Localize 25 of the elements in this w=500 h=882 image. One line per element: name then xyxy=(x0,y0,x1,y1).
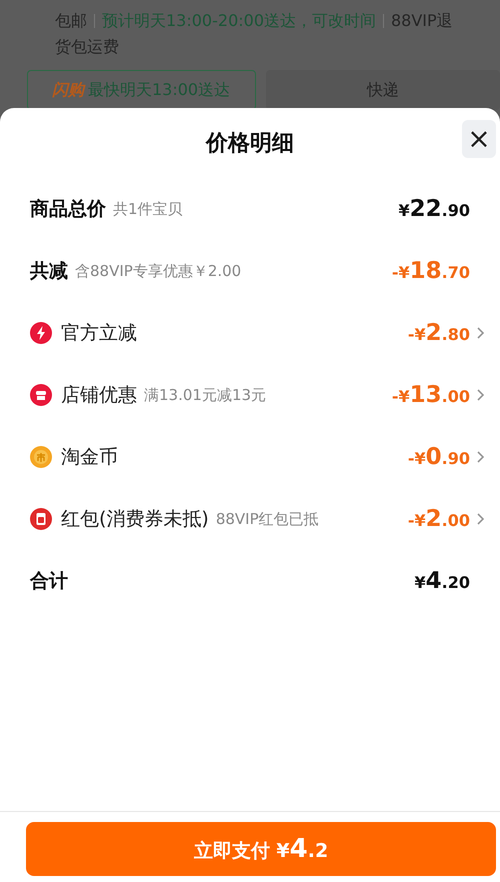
amount-text: -¥13.00 xyxy=(392,380,470,410)
row-label: 商品总价 xyxy=(30,196,106,222)
row-note: 满13.01元减13元 xyxy=(144,384,266,406)
row-note: 共1件宝贝 xyxy=(113,198,183,220)
amount-text: -¥0.90 xyxy=(408,442,470,472)
amount-text: -¥18.70 xyxy=(392,256,470,286)
row-label: 店铺优惠 xyxy=(61,382,137,408)
row-label: 共减 xyxy=(30,258,68,284)
row-note: 含88VIP专享优惠￥2.00 xyxy=(75,260,242,282)
close-button[interactable]: × xyxy=(462,120,496,158)
pay-button[interactable]: 立即支付 ¥4.2 xyxy=(26,822,496,876)
chevron-right-icon xyxy=(476,450,486,464)
amount-text: ¥22.90 xyxy=(398,194,470,224)
amount-text: -¥2.80 xyxy=(408,318,470,348)
chevron-right-icon xyxy=(476,512,486,526)
row-label: 官方立减 xyxy=(61,320,137,346)
chevron-right-icon xyxy=(476,388,486,402)
sheet-title: 价格明细 xyxy=(206,130,294,158)
row-label: 合计 xyxy=(30,568,68,594)
amount-text: -¥2.00 xyxy=(408,504,470,534)
row-label: 淘金币 xyxy=(61,444,118,470)
amount-text: ¥4.20 xyxy=(414,566,470,596)
chevron-right-icon xyxy=(476,326,486,340)
row-note: 88VIP红包已抵 xyxy=(216,508,319,530)
row-label: 红包(消费券未抵) xyxy=(61,506,209,532)
